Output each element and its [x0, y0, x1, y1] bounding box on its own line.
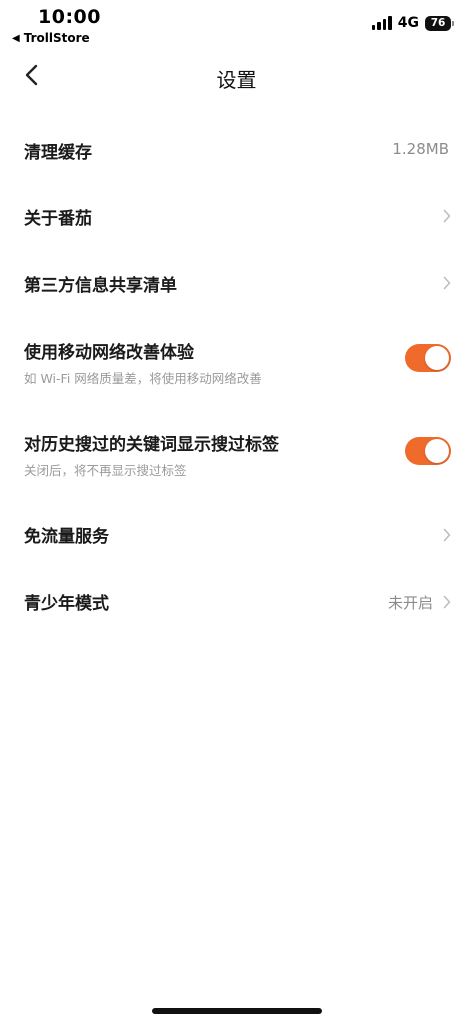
chevron-right-icon	[443, 528, 451, 542]
settings-row-search-tags: 对历史搜过的关键词显示搜过标签 关闭后，将不再显示搜过标签	[0, 414, 473, 494]
status-indicators: 4G 76	[371, 15, 454, 31]
chevron-right-icon	[443, 276, 451, 290]
mobile-network-description: 如 Wi-Fi 网络质量差，将使用移动网络改善	[24, 371, 262, 386]
status-time: 10:00	[38, 6, 101, 28]
about-label: 关于番茄	[24, 209, 92, 229]
settings-row-about[interactable]: 关于番茄	[0, 182, 473, 248]
settings-row-free-data[interactable]: 免流量服务	[0, 502, 473, 568]
status-bar: 10:00 ◀ TrollStore 4G 76	[0, 0, 473, 48]
mobile-network-label: 使用移动网络改善体验	[24, 343, 194, 363]
settings-row-teen-mode[interactable]: 青少年模式 未开启	[0, 568, 473, 634]
back-to-app-link[interactable]: ◀ TrollStore	[12, 31, 90, 45]
page-title: 设置	[216, 68, 257, 92]
nav-bar: 设置	[0, 52, 473, 100]
cellular-signal-icon	[371, 16, 392, 30]
search-tags-label: 对历史搜过的关键词显示搜过标签	[24, 435, 279, 455]
clear-cache-label: 清理缓存	[24, 143, 92, 163]
battery-level: 76	[430, 17, 446, 29]
settings-row-clear-cache[interactable]: 清理缓存 1.28MB	[0, 116, 473, 182]
teen-mode-label: 青少年模式	[24, 594, 109, 614]
third-party-label: 第三方信息共享清单	[24, 276, 177, 296]
chevron-right-icon	[443, 209, 451, 223]
chevron-right-icon	[443, 595, 451, 609]
settings-row-third-party[interactable]: 第三方信息共享清单	[0, 248, 473, 314]
toggle-knob	[425, 346, 449, 370]
teen-mode-status: 未开启	[387, 594, 433, 612]
free-data-label: 免流量服务	[24, 527, 109, 547]
back-app-label: TrollStore	[23, 31, 90, 45]
settings-row-mobile-network: 使用移动网络改善体验 如 Wi-Fi 网络质量差，将使用移动网络改善	[0, 322, 473, 402]
back-triangle-icon: ◀	[12, 32, 20, 44]
cache-size-value: 1.28MB	[392, 140, 449, 158]
search-tags-description: 关闭后，将不再显示搜过标签	[24, 463, 187, 478]
toggle-knob	[425, 439, 449, 463]
mobile-network-toggle[interactable]	[405, 344, 451, 372]
search-tags-toggle[interactable]	[405, 437, 451, 465]
network-type: 4G	[397, 15, 419, 31]
battery-icon: 76	[425, 15, 454, 31]
home-indicator[interactable]	[152, 1008, 322, 1014]
